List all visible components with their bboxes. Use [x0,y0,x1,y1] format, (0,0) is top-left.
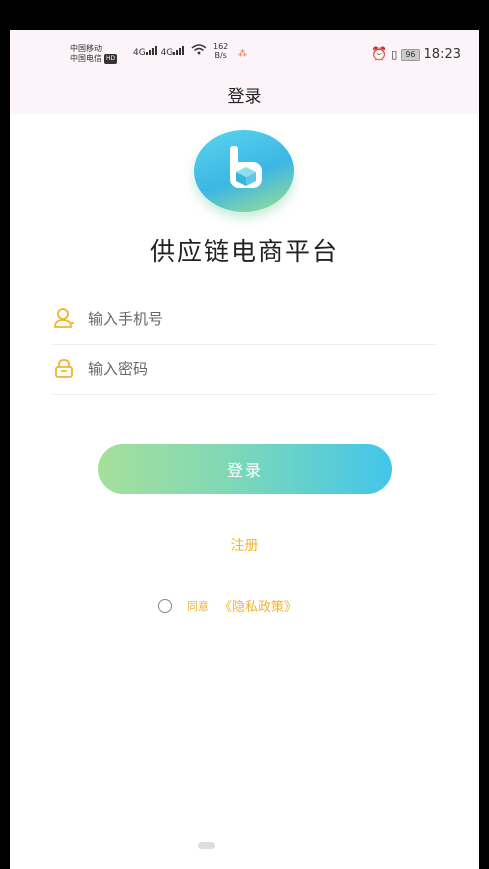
status-time: 18:23 [423,47,461,62]
hd-badge: HD [104,54,118,64]
privacy-agreement: 同意 《隐私政策》 [158,596,297,615]
status-bar: 中国移动 中国电信 HD 4G 4G 162 B/s ⁂ ⏰ ▯ 96 18:23… [10,30,479,114]
lock-icon [55,359,73,378]
user-icon [54,308,74,328]
battery-icon: 96 [401,48,420,61]
wifi-icon [191,44,207,55]
password-field [52,344,436,395]
carrier-2: 中国电信 [70,54,102,63]
phone-input[interactable] [86,304,430,334]
phone-screen: 中国移动 中国电信 HD 4G 4G 162 B/s ⁂ ⏰ ▯ 96 18:23… [10,30,479,869]
carrier-1: 中国移动 [70,44,102,53]
network-type-label-2: 4G [160,48,174,58]
vibrate-icon: ▯ [391,48,398,61]
carrier-info: 中国移动 中国电信 HD [70,44,118,64]
agree-label[interactable]: 同意 [187,598,209,614]
password-input[interactable] [86,354,430,384]
agree-radio[interactable] [158,598,172,613]
privacy-policy-link[interactable]: 《隐私政策》 [219,596,297,615]
home-indicator[interactable] [198,842,215,849]
phone-field [52,294,436,345]
notification-icon: ⁂ [238,49,247,59]
app-logo-icon [194,130,294,212]
network-type-label: 4G [133,48,146,58]
status-right: ⏰ ▯ 96 18:23 [371,47,461,62]
register-link[interactable]: 注册 [10,535,479,555]
page-title: 登录 [227,87,262,107]
app-name: 供应链电商平台 [149,237,339,266]
net-speed: 162 B/s [213,42,229,60]
login-button[interactable]: 登录 [98,444,392,494]
signal-icon: 4G 4G [133,44,207,58]
alarm-icon: ⏰ [371,47,388,62]
